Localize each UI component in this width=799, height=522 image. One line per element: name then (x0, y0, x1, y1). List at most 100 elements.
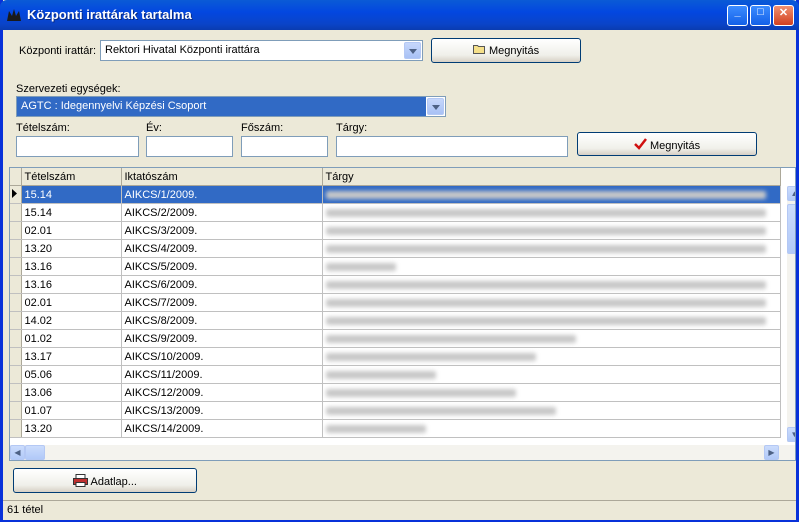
row-indicator (10, 221, 22, 240)
table-row[interactable]: 02.01 AIKCS/7/2009. (10, 293, 781, 312)
chevron-down-icon[interactable] (427, 98, 444, 115)
indicator-header (10, 168, 22, 186)
row-indicator (10, 203, 22, 222)
targy-label: Tárgy: (336, 122, 368, 134)
row-indicator (10, 347, 22, 366)
cell-targy (322, 239, 781, 258)
scroll-right-icon[interactable]: ▶ (764, 445, 779, 460)
foszam-input[interactable] (241, 136, 328, 157)
cell-tetel: 02.01 (21, 221, 122, 240)
row-indicator (10, 365, 22, 384)
cell-targy (322, 311, 781, 330)
cell-targy (322, 383, 781, 402)
cell-tetel: 13.20 (21, 419, 122, 438)
ev-label: Év: (146, 122, 162, 134)
cell-iktato: AIKCS/14/2009. (121, 419, 323, 438)
table-row[interactable]: 14.02 AIKCS/8/2009. (10, 311, 781, 330)
adatlap-label: Adatlap... (90, 476, 137, 488)
results-grid[interactable]: Tételszám Iktatószám Tárgy 15.14 AIKCS/1/… (9, 167, 796, 461)
hscroll-thumb[interactable] (25, 445, 45, 460)
org-select[interactable]: AGTC : Idegennyelvi Képzési Csoport (16, 96, 446, 117)
cell-tetel: 05.06 (21, 365, 122, 384)
redacted-text (325, 316, 766, 325)
cell-targy (322, 347, 781, 366)
ev-input[interactable] (146, 136, 233, 157)
table-row[interactable]: 13.16 AIKCS/5/2009. (10, 257, 781, 276)
vertical-scrollbar[interactable]: ▲ ▼ (787, 186, 795, 442)
column-header-tetel[interactable]: Tételszám (21, 168, 122, 186)
table-row[interactable]: 13.20 AIKCS/14/2009. (10, 419, 781, 438)
archive-open-button[interactable]: Megnyitás (431, 38, 581, 63)
cell-tetel: 14.02 (21, 311, 122, 330)
column-header-iktato[interactable]: Iktatószám (121, 168, 323, 186)
horizontal-scrollbar[interactable]: ◀ ▶ (10, 445, 795, 460)
cell-targy (322, 401, 781, 420)
maximize-button[interactable]: □ (750, 5, 771, 26)
redacted-text (325, 190, 766, 199)
cell-iktato: AIKCS/13/2009. (121, 401, 323, 420)
cell-iktato: AIKCS/2/2009. (121, 203, 323, 222)
close-button[interactable]: ✕ (773, 5, 794, 26)
redacted-text (325, 388, 516, 397)
cell-tetel: 13.16 (21, 257, 122, 276)
current-row-arrow-icon (12, 188, 17, 198)
row-indicator (10, 185, 22, 204)
cell-targy (322, 293, 781, 312)
row-indicator (10, 275, 22, 294)
cell-tetel: 13.06 (21, 383, 122, 402)
filter-open-label: Megnyitás (649, 140, 701, 152)
scroll-thumb[interactable] (787, 204, 795, 254)
archive-select-value: Rektori Hivatal Központi irattára (105, 44, 260, 56)
tetel-input[interactable] (16, 136, 139, 157)
cell-tetel: 15.14 (21, 203, 122, 222)
cell-iktato: AIKCS/8/2009. (121, 311, 323, 330)
cell-targy (322, 365, 781, 384)
row-indicator (10, 419, 22, 438)
column-header-targy[interactable]: Tárgy (322, 168, 781, 186)
table-row[interactable]: 13.20 AIKCS/4/2009. (10, 239, 781, 258)
scroll-up-icon[interactable]: ▲ (787, 186, 795, 201)
status-bar: 61 tétel (3, 500, 796, 520)
scroll-left-icon[interactable]: ◀ (10, 445, 25, 460)
table-row[interactable]: 01.02 AIKCS/9/2009. (10, 329, 781, 348)
org-select-value: AGTC : Idegennyelvi Képzési Csoport (17, 97, 426, 116)
cell-tetel: 13.20 (21, 239, 122, 258)
tetel-label: Tételszám: (16, 122, 70, 134)
table-row[interactable]: 05.06 AIKCS/11/2009. (10, 365, 781, 384)
scroll-down-icon[interactable]: ▼ (787, 427, 795, 442)
org-label: Szervezeti egységek: (16, 83, 121, 95)
targy-input[interactable] (336, 136, 568, 157)
filter-open-button[interactable]: Megnyitás (577, 132, 757, 156)
table-row[interactable]: 15.14 AIKCS/1/2009. (10, 185, 781, 204)
cell-iktato: AIKCS/7/2009. (121, 293, 323, 312)
cell-targy (322, 419, 781, 438)
title-bar[interactable]: Központi irattárak tartalma _ □ ✕ (0, 0, 799, 30)
table-row[interactable]: 13.17 AIKCS/10/2009. (10, 347, 781, 366)
main-window: Központi irattárak tartalma _ □ ✕ Közpon… (0, 0, 799, 522)
table-row[interactable]: 02.01 AIKCS/3/2009. (10, 221, 781, 240)
cell-targy (322, 185, 781, 204)
archive-select[interactable]: Rektori Hivatal Központi irattára (100, 40, 423, 61)
app-icon (7, 9, 21, 21)
cell-tetel: 13.16 (21, 275, 122, 294)
table-row[interactable]: 13.16 AIKCS/6/2009. (10, 275, 781, 294)
cell-tetel: 02.01 (21, 293, 122, 312)
row-indicator (10, 383, 22, 402)
cell-tetel: 13.17 (21, 347, 122, 366)
folder-icon (472, 45, 485, 54)
row-indicator (10, 239, 22, 258)
checkmark-icon (634, 138, 647, 150)
minimize-button[interactable]: _ (727, 5, 748, 26)
table-row[interactable]: 15.14 AIKCS/2/2009. (10, 203, 781, 222)
row-indicator (10, 329, 22, 348)
cell-tetel: 15.14 (21, 185, 122, 204)
table-row[interactable]: 01.07 AIKCS/13/2009. (10, 401, 781, 420)
chevron-down-icon[interactable] (404, 42, 421, 59)
table-row[interactable]: 13.06 AIKCS/12/2009. (10, 383, 781, 402)
cell-tetel: 01.02 (21, 329, 122, 348)
redacted-text (325, 280, 766, 289)
cell-tetel: 01.07 (21, 401, 122, 420)
adatlap-button[interactable]: Adatlap... (13, 468, 197, 493)
cell-iktato: AIKCS/10/2009. (121, 347, 323, 366)
cell-iktato: AIKCS/6/2009. (121, 275, 323, 294)
